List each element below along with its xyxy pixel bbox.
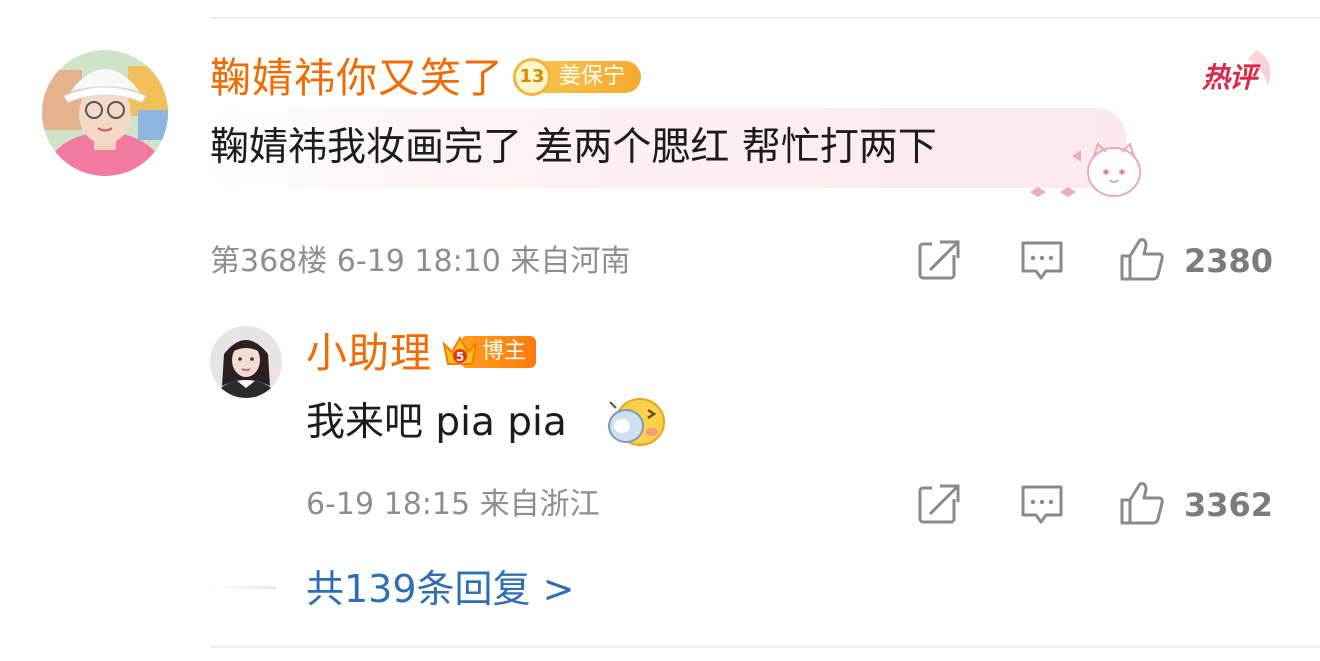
reply-avatar[interactable] [210,326,282,398]
top-divider [210,17,1320,19]
blogger-badge-label: 博主 [482,339,527,364]
reply-text: 我来吧 pia pia [306,400,567,445]
fan-badge-name: 姜保宁 [559,64,626,89]
more-replies-link[interactable]: 共139条回复 > [306,566,574,612]
reply-share-icon[interactable] [918,484,960,524]
comment-text: 鞠婧祎我妆画完了 差两个腮红 帮忙打两下 [210,125,937,170]
share-icon[interactable] [918,240,960,280]
hot-comment-badge: 热评 [1196,46,1280,98]
fan-badge[interactable]: 13 姜保宁 [513,58,641,96]
thumbs-up-icon[interactable] [1118,236,1166,282]
reply-like-count: 3362 [1184,486,1274,524]
cat-sticker-icon [1030,142,1141,197]
reply-comment-icon[interactable] [1020,484,1064,526]
smack-face-emoji [608,398,665,446]
more-replies-line [210,586,276,589]
comment-like-count: 2380 [1184,242,1274,280]
commenter-username[interactable]: 鞠婧祎你又笑了 [210,54,504,102]
blogger-badge: 5 博主 [440,332,536,372]
reply-meta: 6-19 18:15 来自浙江 [306,487,600,522]
fan-badge-level: 13 [513,58,551,96]
svg-text:5: 5 [456,350,464,364]
crown-icon: 5 [442,335,478,365]
comment-icon[interactable] [1020,240,1064,282]
bottom-divider [210,646,1320,648]
hot-comment-label: 热评 [1202,61,1257,94]
reply-username[interactable]: 小助理 [306,329,432,377]
reply-thumbs-up-icon[interactable] [1118,480,1166,526]
comment-meta: 第368楼 6-19 18:10 来自河南 [210,244,631,279]
commenter-avatar[interactable] [42,50,168,176]
